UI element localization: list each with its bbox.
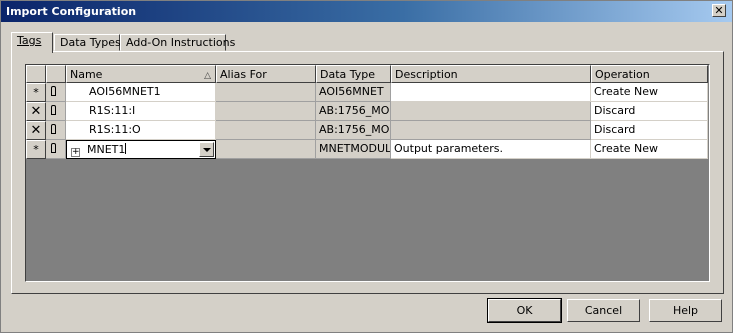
description-cell[interactable] [391, 83, 591, 102]
tags-grid: Name △ Alias For Data Type Description O… [25, 64, 710, 282]
close-button[interactable]: ✕ [712, 4, 726, 17]
close-icon: ✕ [714, 4, 724, 17]
chevron-down-icon[interactable] [199, 142, 214, 157]
row-marker-new[interactable]: * [26, 83, 46, 102]
column-header-description[interactable]: Description [391, 65, 591, 83]
dialog-title: Import Configuration [6, 5, 137, 18]
tag-name-cell[interactable]: AOI56MNET1 [66, 83, 216, 102]
text-caret [125, 143, 127, 154]
tag-name-editor[interactable]: + MNET1 [66, 140, 216, 159]
operation-cell[interactable]: Create New [591, 140, 708, 159]
tab-data-types[interactable]: Data Types [54, 34, 121, 51]
row-marker-new[interactable]: * [26, 140, 46, 159]
tag-name-cell[interactable]: R1S:11:O [66, 121, 216, 140]
column-header-name[interactable]: Name △ [66, 65, 216, 83]
tag-icon [46, 83, 66, 102]
data-type-cell: AB:1756_MOD [316, 102, 391, 121]
data-type-cell: AB:1756_MOD [316, 121, 391, 140]
tag-icon [46, 102, 66, 121]
tag-icon [46, 121, 66, 140]
tag-name-cell[interactable]: R1S:11:I [66, 102, 216, 121]
description-cell [391, 102, 591, 121]
tab-add-on-instructions[interactable]: Add-On Instructions [120, 34, 235, 51]
expand-plus-icon[interactable]: + [71, 148, 80, 157]
description-cell [391, 121, 591, 140]
tab-label: Data Types [60, 36, 121, 49]
import-configuration-dialog: Import Configuration ✕ Tags Data Types A… [0, 0, 733, 333]
cancel-button[interactable]: Cancel [567, 299, 640, 322]
tag-name-value: MNET1 [87, 143, 126, 156]
sort-ascending-icon: △ [204, 71, 211, 81]
help-button[interactable]: Help [649, 299, 722, 322]
description-cell[interactable]: Output parameters. [391, 140, 591, 159]
title-bar[interactable]: Import Configuration ✕ [1, 1, 732, 22]
operation-cell[interactable]: Discard [591, 102, 708, 121]
tab-label: Tags [17, 34, 42, 47]
alias-cell [216, 83, 316, 102]
operation-cell[interactable]: Create New [591, 83, 708, 102]
alias-cell [216, 121, 316, 140]
column-header-operation[interactable]: Operation [591, 65, 708, 83]
alias-cell [216, 102, 316, 121]
column-header-name-label: Name [70, 68, 103, 81]
data-type-cell: MNETMODUL [316, 140, 391, 159]
column-header-data-type[interactable]: Data Type [316, 65, 391, 83]
row-marker-discard[interactable]: ✕ [26, 102, 46, 121]
row-marker-discard[interactable]: ✕ [26, 121, 46, 140]
operation-cell[interactable]: Discard [591, 121, 708, 140]
alias-cell [216, 140, 316, 159]
tab-tags[interactable]: Tags [11, 32, 53, 53]
ok-button[interactable]: OK [487, 298, 562, 323]
tag-icon [46, 140, 66, 159]
header-icon [46, 65, 66, 83]
header-marker [26, 65, 46, 83]
tab-label: Add-On Instructions [126, 36, 236, 49]
column-header-alias[interactable]: Alias For [216, 65, 316, 83]
data-type-cell: AOI56MNET [316, 83, 391, 102]
